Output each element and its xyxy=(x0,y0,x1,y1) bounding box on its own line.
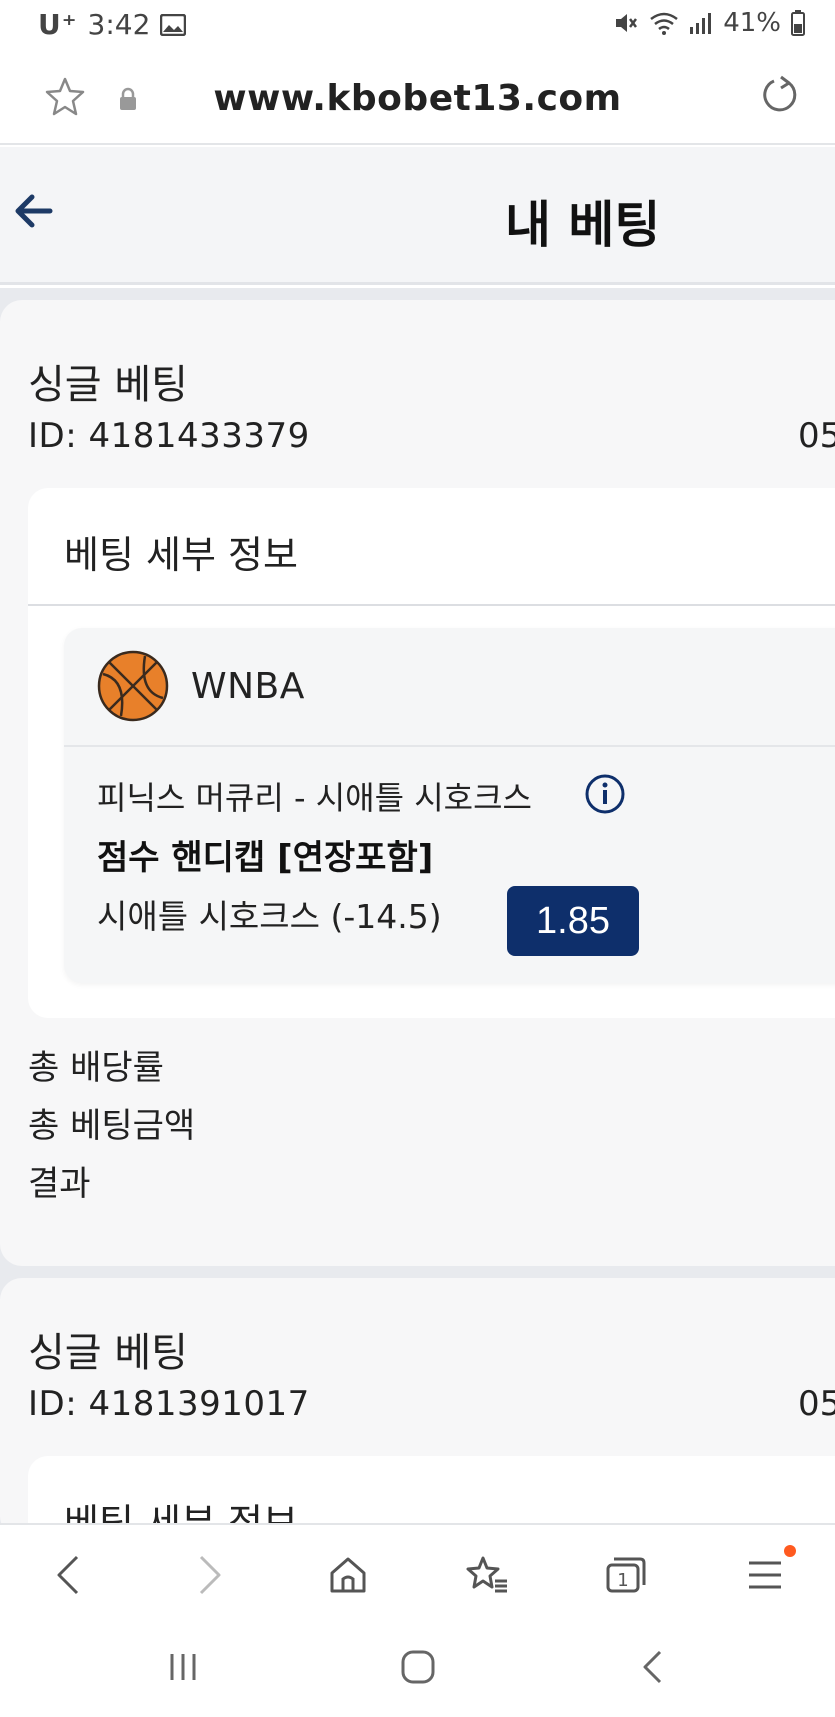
browser-bookmarks-button[interactable] xyxy=(457,1545,517,1605)
mute-icon xyxy=(616,14,638,32)
reload-icon[interactable] xyxy=(759,75,799,115)
bet-details-box: 베팅 세부 정보 WNBA 피닉스 머큐리 - 시애틀 시호크스 점수 핸디캡 … xyxy=(28,488,835,1018)
battery-icon xyxy=(791,10,805,36)
bet-type-label: 싱글 베팅 xyxy=(28,362,188,408)
tabs-count: 1 xyxy=(617,1570,628,1591)
bet-card: 싱글 베팅 ID: 4181391017 05 베팅 세부 정보 xyxy=(0,1278,835,1523)
match-name: 피닉스 머큐리 - 시애틀 시호크스 xyxy=(97,779,532,817)
bet-id: ID: 4181391017 xyxy=(28,1384,310,1424)
status-bar: U⁺ 3:42 41% xyxy=(0,0,835,50)
forward-icon xyxy=(199,1555,221,1595)
browser-url-bar: www.kbobet13.com xyxy=(0,50,835,145)
page-title: 내 베팅 xyxy=(505,196,661,254)
bet-type-label: 싱글 베팅 xyxy=(28,1330,188,1376)
market-name: 점수 핸디캡 [연장포함] xyxy=(97,838,434,878)
browser-home-button[interactable] xyxy=(318,1545,378,1605)
clock: 3:42 xyxy=(87,8,151,41)
recent-apps-icon[interactable] xyxy=(167,1651,199,1683)
info-icon[interactable] xyxy=(584,773,626,815)
image-icon xyxy=(160,13,187,36)
battery-level: 41% xyxy=(723,8,781,38)
bet-date: 05 xyxy=(798,416,835,456)
browser-back-button[interactable] xyxy=(38,1545,98,1605)
total-odds-label: 총 배당률 xyxy=(28,1048,164,1088)
event-card: WNBA 피닉스 머큐리 - 시애틀 시호크스 점수 핸디캡 [연장포함] 시애… xyxy=(64,628,835,983)
divider xyxy=(28,604,835,606)
browser-tabs-button[interactable]: 1 xyxy=(596,1545,656,1605)
notification-dot xyxy=(784,1545,796,1557)
system-back-icon[interactable] xyxy=(640,1649,664,1685)
page-header: 내 베팅 xyxy=(0,147,835,285)
wifi-icon xyxy=(650,12,678,35)
status-left: U⁺ 3:42 xyxy=(38,8,187,41)
bet-date: 05 xyxy=(798,1384,835,1424)
browser-forward-button[interactable] xyxy=(180,1545,240,1605)
divider xyxy=(64,745,835,747)
status-right: 41% xyxy=(613,8,805,38)
home-icon xyxy=(330,1557,366,1593)
bets-list: 싱글 베팅 ID: 4181433379 05 베팅 세부 정보 WNBA 피닉… xyxy=(0,288,835,1523)
menu-icon xyxy=(749,1561,781,1589)
back-icon xyxy=(57,1555,79,1595)
result-label: 결과 xyxy=(28,1164,91,1204)
bet-card: 싱글 베팅 ID: 4181433379 05 베팅 세부 정보 WNBA 피닉… xyxy=(0,300,835,1266)
system-nav-bar xyxy=(0,1623,835,1717)
bet-details-box: 베팅 세부 정보 xyxy=(28,1456,835,1523)
details-title: 베팅 세부 정보 xyxy=(64,1501,298,1523)
bookmarks-icon xyxy=(466,1556,507,1593)
back-arrow-icon[interactable] xyxy=(12,189,56,233)
details-title: 베팅 세부 정보 xyxy=(64,533,298,577)
basketball-icon xyxy=(97,650,169,722)
bet-id: ID: 4181433379 xyxy=(28,416,310,456)
carrier-label: U⁺ xyxy=(38,8,78,41)
selection-name: 시애틀 시호크스 (-14.5) xyxy=(97,897,442,936)
league-name: WNBA xyxy=(191,666,305,707)
total-stake-label: 총 베팅금액 xyxy=(28,1106,196,1146)
odds-button[interactable]: 1.85 xyxy=(507,886,639,956)
home-button-icon[interactable] xyxy=(400,1649,436,1685)
browser-toolbar: 1 xyxy=(0,1523,835,1623)
signal-icon xyxy=(690,13,712,34)
tabs-icon: 1 xyxy=(606,1557,646,1593)
url-text[interactable]: www.kbobet13.com xyxy=(0,78,835,119)
